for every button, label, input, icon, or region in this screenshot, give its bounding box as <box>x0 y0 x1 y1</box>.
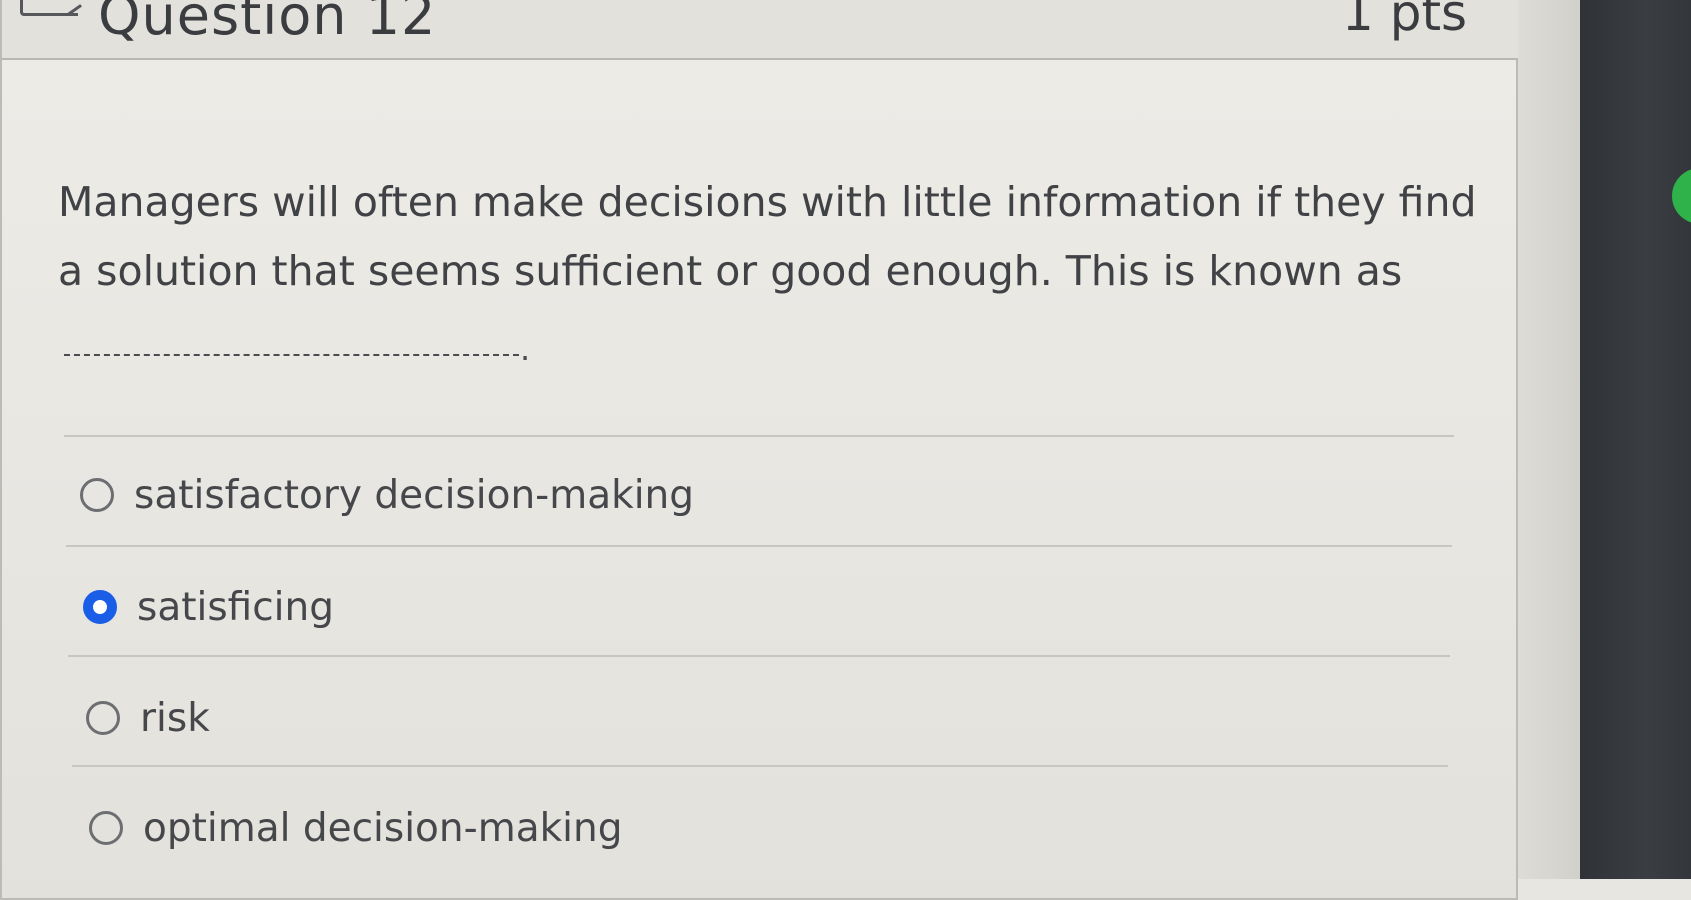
page-edge <box>1518 0 1580 879</box>
answer-option-selected[interactable]: satisficing <box>83 577 334 637</box>
answer-blank <box>64 354 519 356</box>
answer-option[interactable]: satisfactory decision-making <box>80 465 694 525</box>
answer-option-label[interactable]: optimal decision-making <box>143 806 622 851</box>
divider <box>72 765 1448 767</box>
flag-question-icon[interactable] <box>20 0 78 16</box>
question-title: Question 12 <box>98 0 437 47</box>
side-panel <box>1580 0 1691 879</box>
question-header: Question 12 1 pts <box>2 0 1518 60</box>
answer-option[interactable]: risk <box>86 688 210 748</box>
screen: Question 12 1 pts Managers will often ma… <box>0 0 1691 900</box>
radio-button[interactable] <box>89 811 123 845</box>
question-text: Managers will often make decisions with … <box>58 178 1477 295</box>
radio-button[interactable] <box>80 478 114 512</box>
question-points: 1 pts <box>1342 0 1468 42</box>
divider <box>66 545 1452 547</box>
radio-button[interactable] <box>86 701 120 735</box>
answer-option-label[interactable]: risk <box>140 696 210 741</box>
divider <box>64 435 1454 437</box>
blank-period: . <box>520 330 531 368</box>
radio-button-selected[interactable] <box>83 590 117 624</box>
answer-option[interactable]: optimal decision-making <box>89 798 622 858</box>
divider <box>68 655 1450 657</box>
answer-option-label[interactable]: satisfactory decision-making <box>134 473 694 518</box>
answer-option-label[interactable]: satisficing <box>137 585 334 630</box>
